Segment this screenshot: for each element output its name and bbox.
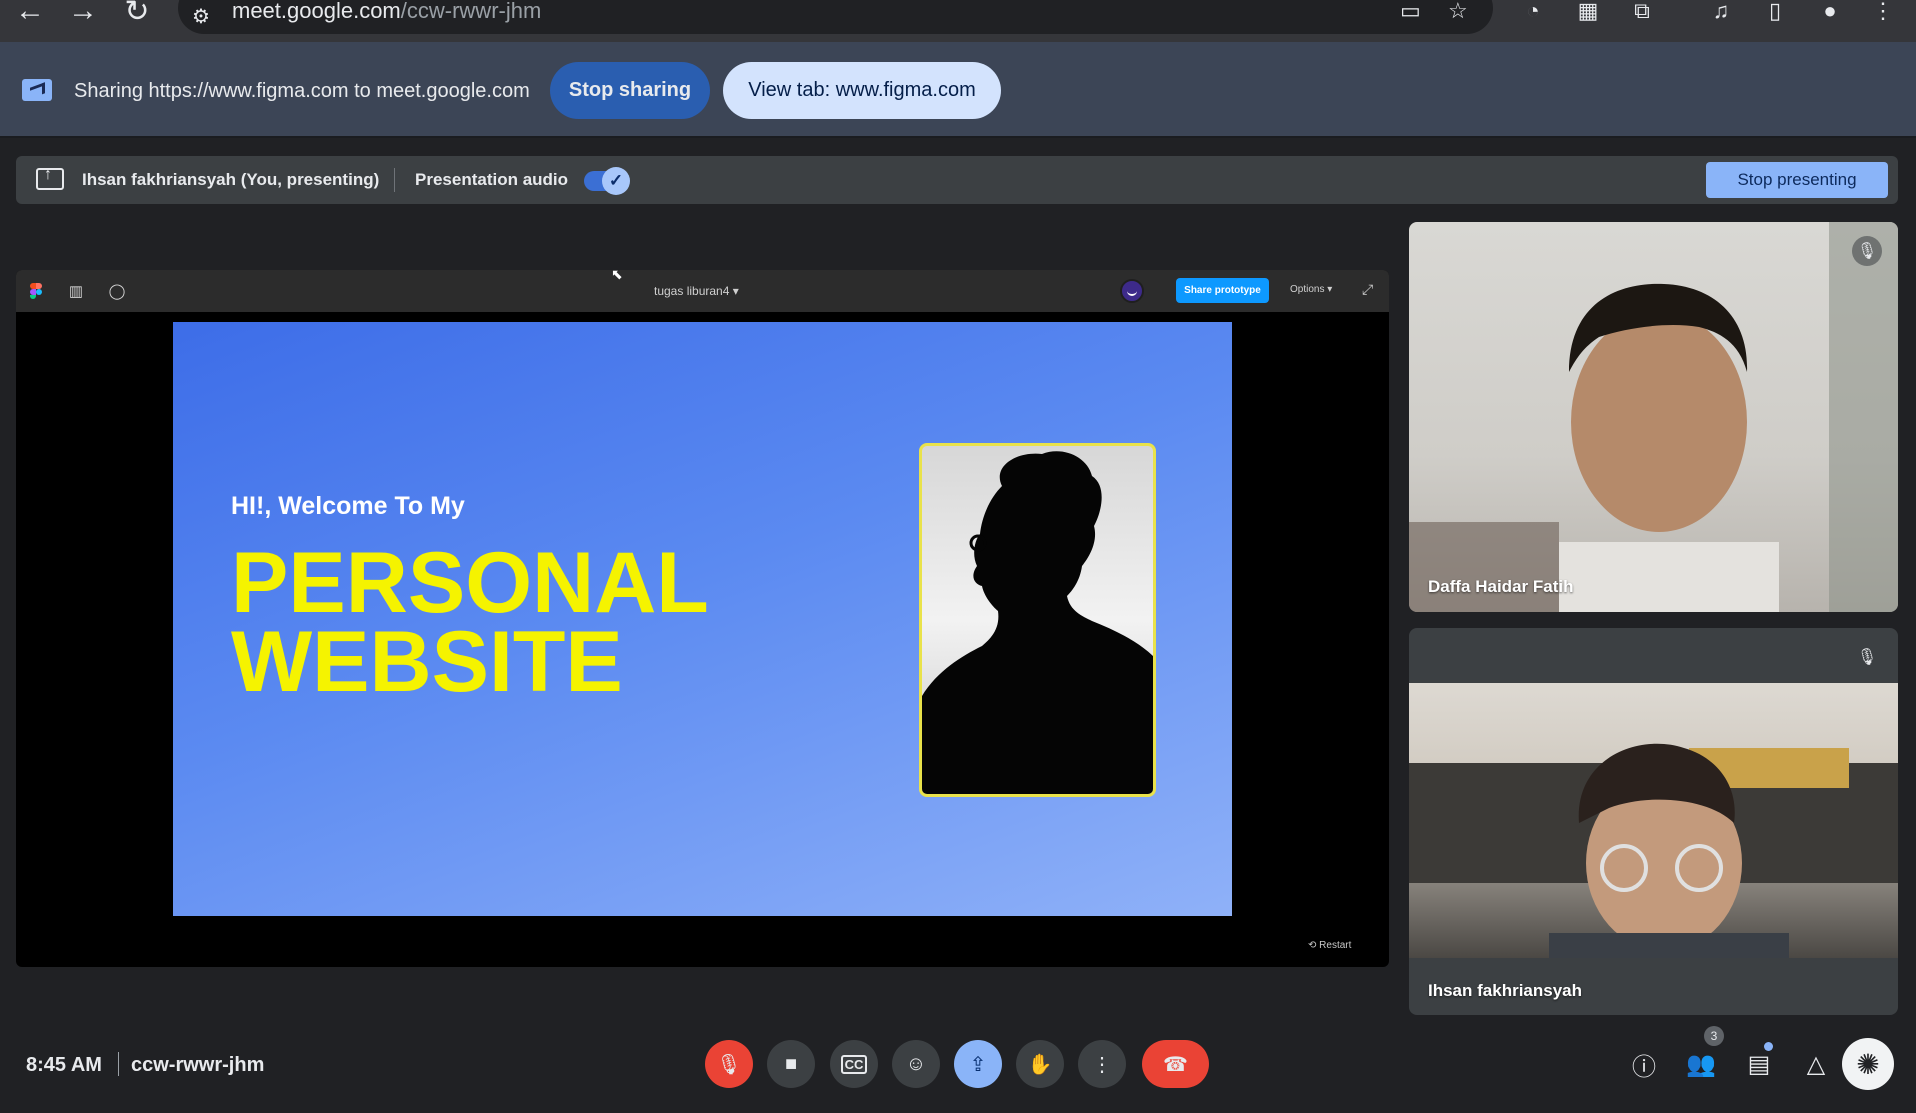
mouse-cursor-icon: ⬉ [611, 270, 623, 282]
presenting-bar: Ihsan fakhriansyah (You, presenting) Pre… [16, 156, 1898, 204]
back-icon[interactable]: ← [10, 0, 50, 27]
people-icon[interactable]: 👥 [1685, 1048, 1717, 1080]
divider [394, 168, 395, 192]
mic-off-icon: 🎙 [1856, 649, 1878, 666]
fullscreen-icon[interactable]: ⤢ [1362, 281, 1373, 298]
people-count-badge: 3 [1704, 1026, 1724, 1046]
slide-welcome-text: HI!, Welcome To My [231, 492, 465, 520]
sidebar-toggle-icon[interactable]: ▥ [66, 281, 86, 301]
assistant-extension-button[interactable]: ✺ [1842, 1038, 1894, 1090]
present-now-button[interactable]: ⇪ [954, 1040, 1002, 1088]
side-panel-icon[interactable]: ▯ [1760, 0, 1790, 23]
raise-hand-button[interactable]: ✋ [1016, 1040, 1064, 1088]
camera-icon[interactable]: ▭ [1400, 0, 1428, 23]
raise-hand-icon: ✋ [1027, 1053, 1053, 1076]
reload-icon[interactable]: ↻ [117, 0, 157, 28]
comment-icon[interactable]: ◯ [107, 281, 127, 301]
present-screen-icon: ⇪ [969, 1053, 987, 1076]
forward-icon[interactable]: → [63, 0, 103, 27]
presenter-label: Ihsan fakhriansyah (You, presenting) [82, 170, 380, 189]
restart-button[interactable]: ⟲ Restart [1308, 940, 1351, 951]
participant-name: Ihsan fakhriansyah [1428, 981, 1583, 1000]
participant-tile[interactable]: 🎙 Ihsan fakhriansyah [1409, 628, 1898, 1015]
participant-video [1409, 683, 1898, 958]
participant-video [1409, 222, 1898, 612]
reactions-button[interactable]: ☺ [892, 1040, 940, 1088]
leave-call-button[interactable]: ☎ [1142, 1040, 1209, 1088]
profile-avatar-icon[interactable]: ● [1815, 0, 1845, 23]
silhouette-image [922, 451, 1153, 794]
meeting-info-icon[interactable]: ⓘ [1628, 1048, 1660, 1081]
browser-toolbar: ← → ↻ ⚙ meet.google.com/ccw-rwwr-jhm ▭ ☆… [0, 0, 1916, 42]
captions-button[interactable]: CC [830, 1040, 878, 1088]
closed-captions-icon: CC [840, 1054, 868, 1074]
end-call-icon: ☎ [1163, 1053, 1188, 1076]
stop-sharing-button[interactable]: Stop sharing [550, 62, 710, 119]
sharing-infobar: Sharing https://www.figma.com to meet.go… [0, 42, 1916, 138]
options-dropdown[interactable]: Options ▾ [1290, 284, 1332, 295]
url-path: /ccw-rwwr-jhm [400, 0, 542, 23]
view-tab-button[interactable]: View tab: www.figma.com [723, 62, 1001, 119]
figma-toolbar: ▥ ◯ ⬉ tugas liburan4 ▾ Share prototype O… [16, 270, 1389, 312]
check-icon: ✓ [602, 167, 630, 195]
clock-time: 8:45 AM [26, 1054, 102, 1076]
figma-logo-icon[interactable] [30, 283, 42, 299]
options-label: Options [1290, 284, 1325, 295]
shared-screen: ▥ ◯ ⬉ tugas liburan4 ▾ Share prototype O… [16, 270, 1389, 967]
mic-off-button[interactable]: 🎙 [705, 1040, 753, 1088]
presentation-audio-toggle[interactable]: ✓ [584, 167, 630, 195]
mic-off-icon: 🎙 [1852, 236, 1882, 266]
stop-presenting-button[interactable]: Stop presenting [1706, 162, 1888, 198]
translate-icon[interactable]: ▦ [1573, 0, 1603, 23]
mic-off-icon: 🎙 [716, 1053, 742, 1076]
headline-line-2: WEBSITE [231, 614, 623, 711]
bookmark-star-icon[interactable]: ☆ [1448, 0, 1476, 23]
address-bar[interactable]: ⚙ meet.google.com/ccw-rwwr-jhm ▭ ☆ [178, 0, 1493, 34]
share-prototype-button[interactable]: Share prototype [1176, 278, 1269, 303]
headline-line-1: PERSONAL [231, 535, 709, 631]
figma-file-name[interactable]: tugas liburan4 ▾ [654, 284, 739, 298]
presentation-audio-label: Presentation audio [415, 170, 569, 189]
extensions-puzzle-icon[interactable]: ⧉ [1627, 0, 1657, 23]
silhouette-portrait [919, 443, 1156, 797]
divider [118, 1052, 119, 1076]
chat-icon[interactable]: ▤ [1743, 1048, 1775, 1080]
sharing-message: Sharing https://www.figma.com to meet.go… [74, 80, 530, 102]
figma-user-avatar[interactable] [1120, 279, 1144, 303]
participant-video-frame [1409, 743, 1898, 958]
presentation-slide: HI!, Welcome To My PERSONAL WEBSITE [173, 322, 1232, 916]
present-screen-icon [36, 166, 64, 190]
participant-tile[interactable]: 🎙 Daffa Haidar Fatih [1409, 222, 1898, 612]
site-settings-icon[interactable]: ⚙ [192, 4, 222, 28]
video-camera-icon: ■ [784, 1052, 798, 1075]
camera-button[interactable]: ■ [767, 1040, 815, 1088]
slide-headline: PERSONAL WEBSITE [231, 535, 709, 711]
participant-name: Daffa Haidar Fatih [1428, 577, 1574, 596]
more-options-button[interactable]: ⋮ [1078, 1040, 1126, 1088]
url-text[interactable]: meet.google.com/ccw-rwwr-jhm [232, 0, 541, 24]
emoji-icon: ☺ [905, 1052, 927, 1075]
chat-unread-dot [1764, 1042, 1773, 1051]
browser-menu-icon[interactable]: ⋮ [1868, 0, 1898, 23]
url-host: meet.google.com [232, 0, 401, 23]
assistant-logo-icon: ✺ [1856, 1048, 1880, 1080]
more-vert-icon: ⋮ [1092, 1053, 1112, 1076]
restart-label: Restart [1319, 940, 1352, 951]
screen-share-icon [22, 79, 52, 101]
meeting-code: ccw-rwwr-jhm [131, 1054, 265, 1076]
media-control-icon[interactable]: ♫ [1706, 0, 1736, 23]
figma-file-title: tugas liburan4 [654, 284, 730, 298]
extension-icon[interactable]: ◔ [1518, 0, 1548, 23]
activities-icon[interactable]: △ [1800, 1048, 1832, 1080]
